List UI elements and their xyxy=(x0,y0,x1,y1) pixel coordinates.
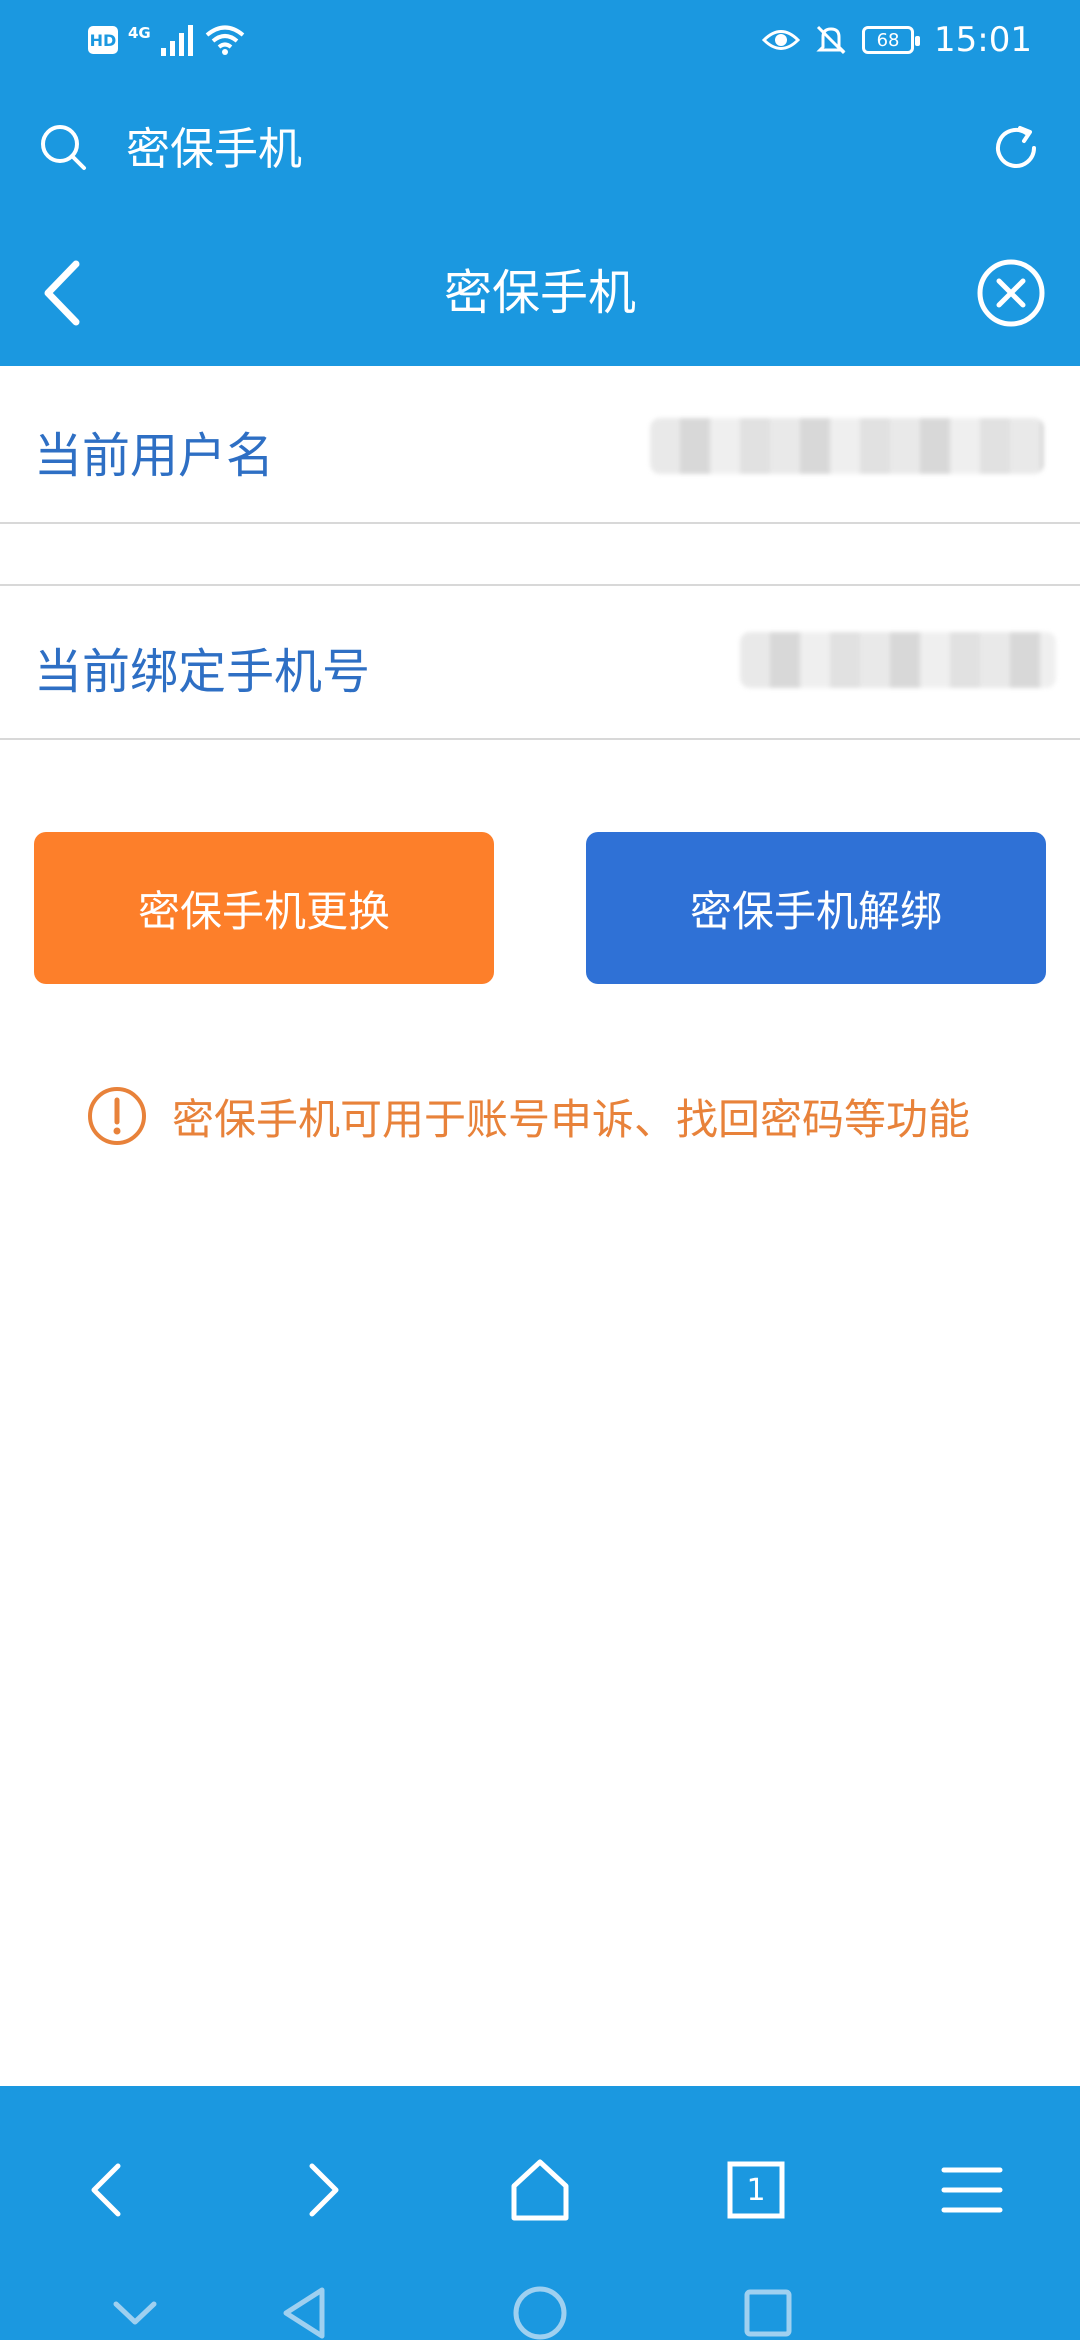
mute-notification-icon xyxy=(816,25,846,55)
status-left: HD 4G xyxy=(88,20,245,60)
home-icon[interactable] xyxy=(500,2150,580,2230)
status-bar: HD 4G 68 15:01 xyxy=(0,0,1080,80)
notice-text: 密保手机可用于账号申诉、找回密码等功能 xyxy=(172,1094,971,1144)
chevron-down-icon[interactable] xyxy=(100,2278,170,2348)
status-right: 68 15:01 xyxy=(762,20,1032,60)
menu-icon[interactable] xyxy=(932,2150,1012,2230)
row-spacer xyxy=(0,524,1080,586)
battery-indicator: 68 xyxy=(862,26,921,54)
browser-search-bar: 密保手机 xyxy=(0,80,1080,220)
signal-icon xyxy=(160,25,193,56)
system-back-icon[interactable] xyxy=(272,2278,342,2348)
username-label: 当前用户名 xyxy=(34,428,275,484)
browser-toolbar: 1 xyxy=(0,2086,1080,2340)
refresh-icon[interactable] xyxy=(988,120,1044,176)
search-input[interactable]: 密保手机 xyxy=(126,120,302,180)
masked-username-value xyxy=(650,418,1044,474)
tab-count: 1 xyxy=(746,2172,766,2208)
browser-back-icon[interactable] xyxy=(68,2150,148,2230)
bound-phone-row: 当前绑定手机号 xyxy=(0,586,1080,740)
page-header: 密保手机 xyxy=(0,220,1080,366)
system-recents-icon[interactable] xyxy=(733,2278,803,2348)
username-row: 当前用户名 xyxy=(0,366,1080,524)
masked-phone-value xyxy=(740,632,1056,688)
tabs-button[interactable]: 1 xyxy=(716,2150,796,2230)
close-circle-icon[interactable] xyxy=(974,256,1048,330)
exclamation-circle-icon xyxy=(88,1087,146,1145)
wifi-icon xyxy=(205,25,245,55)
status-time: 15:01 xyxy=(934,20,1032,60)
eye-icon xyxy=(762,30,801,50)
network-type: 4G xyxy=(128,24,151,42)
browser-forward-icon[interactable] xyxy=(282,2150,362,2230)
info-notice: 密保手机可用于账号申诉、找回密码等功能 xyxy=(86,1084,970,1148)
page-title: 密保手机 xyxy=(443,265,636,321)
search-icon[interactable] xyxy=(36,120,92,176)
hd-badge: HD xyxy=(88,26,118,54)
bound-phone-label: 当前绑定手机号 xyxy=(34,644,371,700)
system-home-icon[interactable] xyxy=(505,2278,575,2348)
unbind-phone-button[interactable]: 密保手机解绑 xyxy=(586,832,1046,984)
change-phone-button[interactable]: 密保手机更换 xyxy=(34,832,494,984)
